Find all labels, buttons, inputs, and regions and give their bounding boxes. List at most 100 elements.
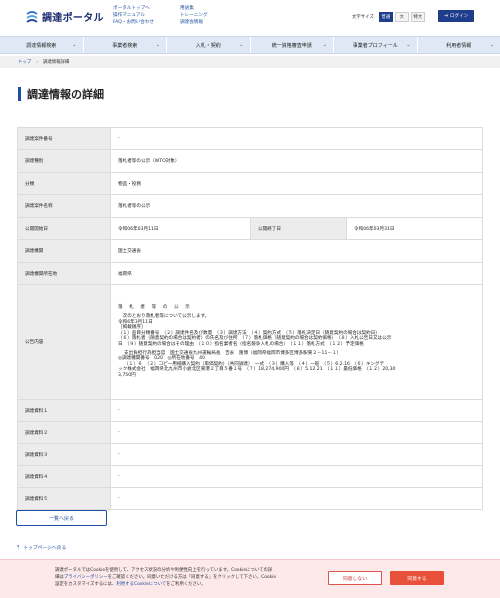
table-row: 調達資料４ -	[17, 465, 483, 488]
chevron-down-icon: ⌄	[322, 42, 327, 48]
row-value: -	[110, 465, 483, 488]
nav-item-qualification[interactable]: 統一資格審査申請 ⌄	[251, 37, 334, 53]
chevron-down-icon: ⌄	[72, 42, 77, 48]
row-value: 国土交通省	[110, 239, 483, 263]
row-value: -	[110, 421, 483, 444]
row-label: 調達資料５	[17, 487, 111, 510]
table-row: 調達資料２ -	[17, 421, 483, 444]
row-label: 調達案件番号	[17, 127, 111, 150]
cookie-text-line: 調達ポータルではCookieを使用して、アクセス状況の分析や利便性向上を行ってい…	[55, 568, 273, 573]
nav-item-business-search[interactable]: 事業者検索 ⌄	[84, 37, 167, 53]
cookie-settings-link[interactable]: 利用するCookieについて	[116, 582, 166, 587]
row-value: 物品・役務	[110, 172, 483, 195]
table-row: 調達案件番号 -	[17, 127, 483, 150]
chevron-right-icon: ›	[36, 59, 38, 65]
row-value: -	[110, 127, 483, 150]
cookie-text-line: 設定をカスタマイズするには、	[55, 582, 117, 587]
table-row: 調達案件名称 落札者等の公示	[17, 194, 483, 218]
notice-line: 3,750円	[118, 372, 136, 378]
cookie-text-line: 細は	[55, 575, 64, 580]
nav-label: 調達情報検索	[26, 42, 57, 49]
login-button[interactable]: ⇥ ログイン	[438, 10, 474, 22]
nav-label: 統一資格審査申請	[271, 42, 312, 49]
logo-text: 調達ポータル	[42, 13, 104, 24]
table-row: 調達資料１ -	[17, 399, 483, 422]
cookie-message: 調達ポータルではCookieを使用して、アクセス状況の分析や利便性向上を行ってい…	[55, 567, 317, 588]
table-row: 公告内容 落 札 者 等 の 公 示 次のとおり落札者等について公示します。 令…	[17, 284, 483, 400]
table-row: 分類 物品・役務	[17, 172, 483, 195]
cookie-text-line: をご利用ください。	[166, 582, 206, 587]
row-label: 調達種別	[17, 149, 111, 173]
row-label: 調達機関	[17, 239, 111, 263]
font-size-switcher: 文字サイズ 普通 大 特大	[352, 12, 425, 22]
login-label: ログイン	[449, 14, 469, 19]
nav-item-procurement-search[interactable]: 調達情報検索 ⌄	[0, 37, 84, 53]
site-header: 調達ポータル ポータルトップへ 操作マニュアル FAQ・お問い合わせ 用語集 ト…	[0, 0, 500, 36]
chevron-down-icon: ⌄	[155, 42, 160, 48]
table-row: 調達資料３ -	[17, 443, 483, 466]
row-value: -	[110, 487, 483, 510]
cookie-deny-button[interactable]: 同意しない	[328, 571, 382, 585]
table-row: 調達機関所在地 福岡県	[17, 262, 483, 285]
portal-top-link[interactable]: ポータルトップへ	[113, 5, 154, 12]
font-size-label: 文字サイズ	[352, 15, 374, 20]
page-title: 調達情報の詳細	[18, 87, 104, 101]
faq-link[interactable]: FAQ・お問い合わせ	[113, 19, 154, 26]
row-value: 福岡県	[110, 262, 483, 285]
nav-item-bid-contract[interactable]: 入札・契約 ⌄	[167, 37, 251, 53]
chevron-down-icon: ⌄	[239, 42, 244, 48]
breadcrumb-home[interactable]: トップ	[18, 59, 31, 65]
row-value: 落札者等の公示（WTO対象）	[110, 149, 483, 173]
privacy-policy-link[interactable]: プライバシーポリシー	[64, 575, 108, 580]
nav-label: 利用者情報	[446, 42, 472, 49]
row-label: 公開開始日	[17, 217, 111, 240]
nav-item-user-info[interactable]: 利用者情報 ⌄	[418, 37, 500, 53]
cookie-text-line: をご確認ください。同意いただける方は「同意する」をクリックして下さい。Cooki…	[107, 575, 277, 580]
site-logo[interactable]: 調達ポータル	[25, 9, 104, 24]
page-top-label: トップページへ戻る	[23, 546, 67, 551]
notice-content: 落 札 者 等 の 公 示 次のとおり落札者等について公示します。 令和6年3月…	[110, 284, 483, 400]
row-label: 公開終了日	[250, 217, 347, 240]
row-label: 調達資料４	[17, 465, 111, 488]
row-value: 令和06年03月31日	[346, 217, 483, 240]
nav-item-business-profile[interactable]: 事業者プロフィール ⌄	[334, 37, 418, 53]
row-label: 調達機関所在地	[17, 262, 111, 285]
chevron-down-icon: ⌄	[406, 42, 411, 48]
row-value: -	[110, 399, 483, 422]
nav-label: 事業者検索	[112, 42, 138, 49]
logo-icon	[25, 10, 39, 24]
table-row: 調達資料５ -	[17, 487, 483, 510]
font-size-large-button[interactable]: 大	[394, 12, 409, 22]
row-label: 調達資料３	[17, 443, 111, 466]
table-row: 調達種別 落札者等の公示（WTO対象）	[17, 149, 483, 173]
procurement-detail-table: 調達案件番号 - 調達種別 落札者等の公示（WTO対象） 分類 物品・役務 調達…	[17, 127, 483, 510]
login-icon: ⇥	[443, 13, 448, 19]
global-nav: 調達情報検索 ⌄ 事業者検索 ⌄ 入札・契約 ⌄ 統一資格審査申請 ⌄ 事業者プロフィー…	[0, 36, 500, 54]
breadcrumb-current: 調達情報詳細	[42, 60, 70, 65]
font-size-normal-button[interactable]: 普通	[378, 12, 393, 22]
row-label: 調達資料２	[17, 421, 111, 444]
glossary-link[interactable]: 用語集	[180, 5, 208, 12]
header-links-primary: ポータルトップへ 操作マニュアル FAQ・お問い合わせ	[113, 5, 154, 26]
row-label: 調達資料１	[17, 399, 111, 422]
row-value: -	[110, 443, 483, 466]
nav-label: 入札・契約	[195, 42, 221, 49]
nav-label: 事業者プロフィール	[352, 42, 398, 49]
table-row: 公開開始日 令和06年03月11日 公開終了日 令和06年03月31日	[17, 217, 483, 240]
font-size-xlarge-button[interactable]: 特大	[410, 12, 425, 22]
page-title-text: 調達情報の詳細	[27, 88, 104, 101]
row-label: 分類	[17, 172, 111, 195]
manual-link[interactable]: 操作マニュアル	[113, 12, 154, 19]
back-to-list-button[interactable]: 一覧へ戻る	[16, 510, 107, 526]
row-value: 令和06年03月11日	[110, 217, 251, 240]
row-label: 調達案件名称	[17, 194, 111, 218]
row-value: 落札者等の公示	[110, 194, 483, 218]
table-row: 調達機関 国土交通省	[17, 239, 483, 263]
breadcrumb: トップ › 調達情報詳細	[0, 56, 500, 68]
meeting-info-link[interactable]: 調達会情報	[180, 19, 208, 26]
training-link[interactable]: トレーニング	[180, 12, 208, 19]
header-links-secondary: 用語集 トレーニング 調達会情報	[180, 5, 208, 26]
cookie-accept-button[interactable]: 同意する	[390, 571, 444, 585]
page-top-link[interactable]: ⤒ トップページへ戻る	[17, 544, 67, 552]
row-label: 公告内容	[17, 284, 111, 400]
